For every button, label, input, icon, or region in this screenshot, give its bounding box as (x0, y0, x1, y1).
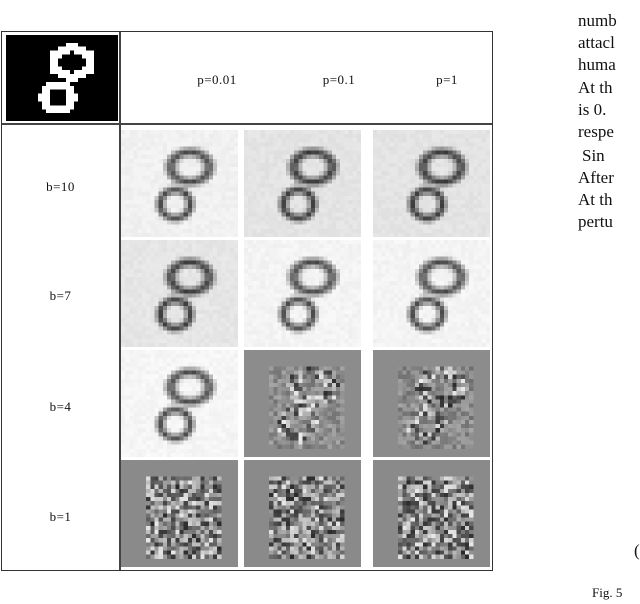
row-divider (2, 123, 492, 125)
row-header-b-1: b=1 (49, 509, 72, 524)
perturbation-image-r3-c0 (121, 460, 238, 567)
perturbation-image-r0-c0 (121, 130, 238, 237)
row-header-b-4: b=4 (49, 399, 72, 414)
perturbation-image-r3-c2 (373, 460, 490, 567)
perturbation-image-r2-c0 (121, 350, 238, 457)
body-text-line: At th (578, 78, 613, 97)
column-header-p-0.1: p=0.1 (322, 72, 356, 87)
row-header-b-10: b=10 (46, 179, 75, 194)
figure-table: p=0.01 p=0.1 p=1 b=10 b=7 b=4 b=1 (1, 31, 493, 571)
body-text-line: attacl (578, 33, 615, 52)
perturbation-image-r2-c2 (373, 350, 490, 457)
body-text-line: After (578, 168, 614, 187)
perturbation-image-r0-c2 (373, 130, 490, 237)
perturbation-image-r0-c1 (244, 130, 361, 237)
perturbation-image-r1-c1 (244, 240, 361, 347)
original-digit-image (6, 35, 118, 121)
perturbation-image-r2-c1 (244, 350, 361, 457)
perturbation-image-r1-c0 (121, 240, 238, 347)
body-text-line: huma (578, 55, 616, 74)
caption-fragment: Fig. 5 (592, 585, 623, 600)
column-header-p-1: p=1 (436, 72, 458, 87)
body-text-line: numb (578, 11, 617, 30)
body-text-line: respe (578, 122, 614, 141)
body-text-fragment: ( (634, 541, 640, 560)
body-text-line: At th (578, 190, 613, 209)
row-header-b-7: b=7 (49, 288, 72, 303)
body-text-line: pertu (578, 212, 613, 231)
perturbation-image-r1-c2 (373, 240, 490, 347)
perturbation-image-r3-c1 (244, 460, 361, 567)
body-text-line: is 0. (578, 100, 607, 119)
column-header-p-0.01: p=0.01 (197, 72, 237, 87)
body-text-line: Sin (582, 146, 605, 165)
